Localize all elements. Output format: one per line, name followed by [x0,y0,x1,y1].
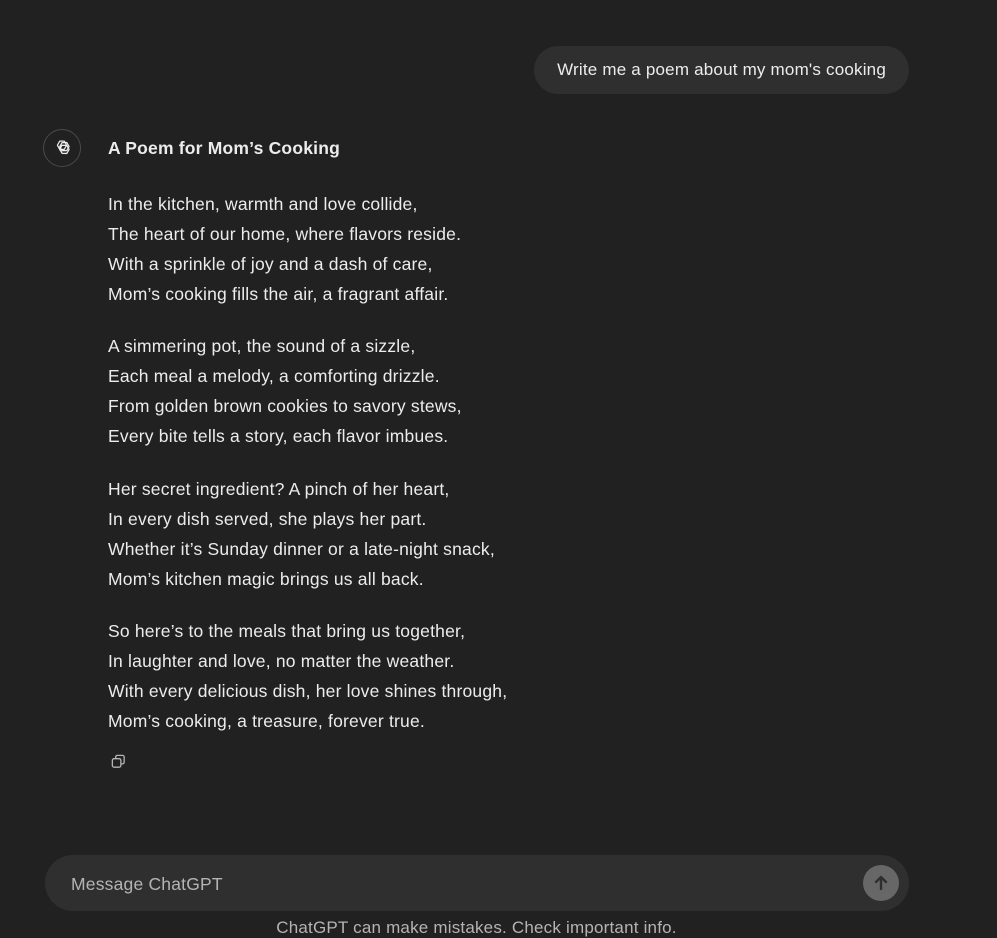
poem-title: A Poem for Mom’s Cooking [108,138,340,158]
poem-line: In the kitchen, warmth and love collide, [108,194,418,214]
chat-page: Write me a poem about my mom's cooking A… [0,0,997,938]
poem-line: Whether it’s Sunday dinner or a late-nig… [108,539,495,559]
copy-icon [110,753,127,770]
message-input[interactable] [69,855,853,913]
poem-stanza-1: In the kitchen, warmth and love collide,… [108,189,908,309]
poem-line: From golden brown cookies to savory stew… [108,396,462,416]
poem-line: Her secret ingredient? A pinch of her he… [108,479,450,499]
assistant-response: A Poem for Mom’s Cooking In the kitchen,… [108,136,908,758]
user-message-bubble: Write me a poem about my mom's cooking [534,46,909,94]
poem-line: Each meal a melody, a comforting drizzle… [108,366,440,386]
arrow-up-icon [872,874,890,892]
poem-line: The heart of our home, where flavors res… [108,224,462,244]
copy-button[interactable] [106,749,130,773]
poem-line: Mom’s cooking fills the air, a fragrant … [108,284,449,304]
poem-line: With every delicious dish, her love shin… [108,681,508,701]
poem-line: Mom’s cooking, a treasure, forever true. [108,711,425,731]
user-message-text: Write me a poem about my mom's cooking [557,60,886,79]
poem-line: Every bite tells a story, each flavor im… [108,426,449,446]
poem-stanza-4: So here’s to the meals that bring us tog… [108,616,908,736]
openai-logo-icon [51,137,73,159]
poem-stanza-3: Her secret ingredient? A pinch of her he… [108,474,908,594]
poem-line: A simmering pot, the sound of a sizzle, [108,336,416,356]
poem-line: In every dish served, she plays her part… [108,509,427,529]
send-button[interactable] [863,865,899,901]
assistant-avatar [43,129,81,167]
message-composer [45,855,909,913]
poem-line: So here’s to the meals that bring us tog… [108,621,466,641]
poem-line: In laughter and love, no matter the weat… [108,651,455,671]
poem-stanza-2: A simmering pot, the sound of a sizzle, … [108,331,908,451]
disclaimer-text: ChatGPT can make mistakes. Check importa… [276,918,677,937]
poem-line: With a sprinkle of joy and a dash of car… [108,254,433,274]
poem-line: Mom’s kitchen magic brings us all back. [108,569,424,589]
